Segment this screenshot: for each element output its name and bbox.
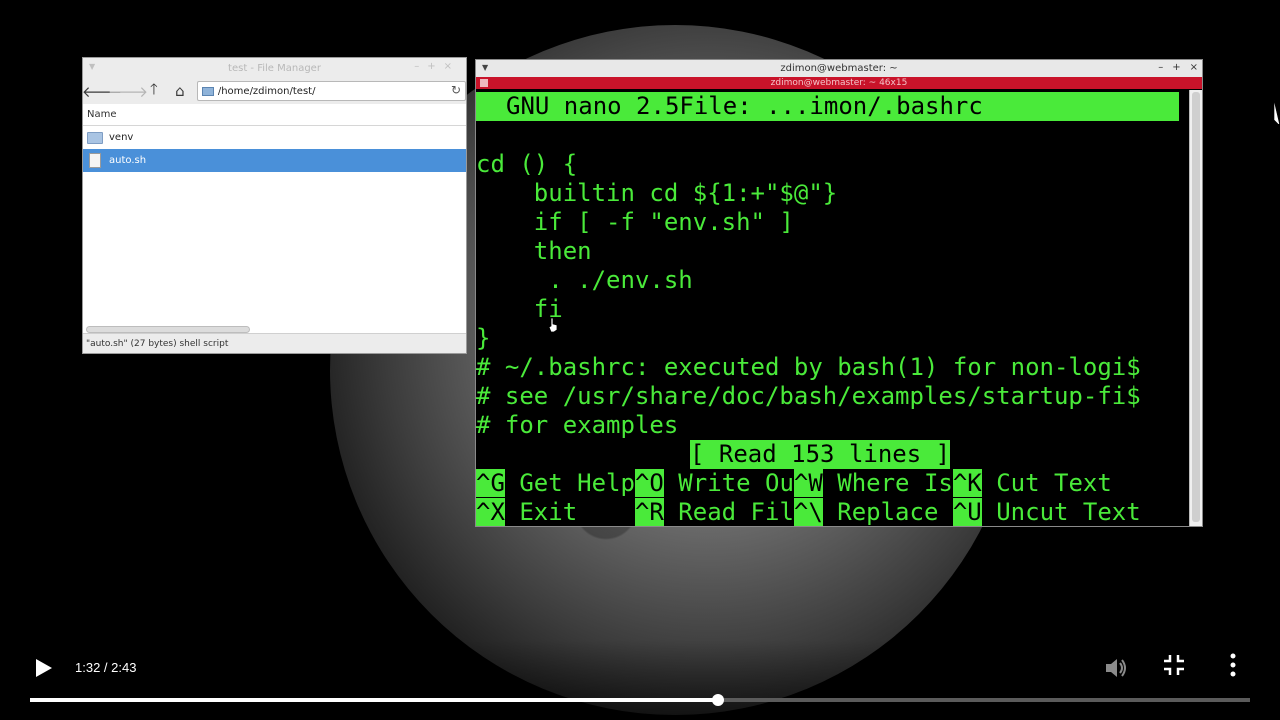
home-icon[interactable]: ⌂ — [167, 80, 193, 102]
shortcut-key[interactable]: ^G — [476, 469, 505, 497]
window-menu-icon[interactable]: ▼ — [482, 63, 488, 72]
item-name: venv — [109, 132, 134, 143]
item-name: auto.sh — [109, 155, 147, 166]
editor-line: # ~/.bashrc: executed by bash(1) for non… — [476, 353, 1141, 381]
shortcut-key[interactable]: ^K — [952, 469, 982, 497]
up-arrow-icon[interactable]: 🡑 — [141, 80, 167, 102]
progress-handle[interactable] — [712, 694, 725, 706]
shortcut-label: Replace — [822, 498, 953, 526]
file-manager-window: ▼ test - File Manager –+× 🡐 🡒 🡑 ⌂ /home/… — [82, 57, 467, 354]
nano-header: GNU nano 2.5File: ...imon/.bashrc — [476, 92, 1179, 121]
shortcut-key[interactable]: ^W — [793, 469, 823, 497]
terminal-title: zdimon@webmaster: ~ — [780, 63, 898, 74]
column-header-name[interactable]: Name — [83, 104, 466, 126]
scrollbar-thumb[interactable] — [1192, 92, 1200, 522]
file-manager-titlebar[interactable]: ▼ test - File Manager –+× — [83, 58, 466, 78]
shortcut-row: ^X Exit ^R Read Fil^\ Replace ^U Uncut T… — [476, 498, 1141, 527]
editor-line: # see /usr/share/doc/bash/examples/start… — [476, 382, 1141, 410]
folder-icon — [201, 86, 214, 96]
more-options-icon[interactable] — [1228, 652, 1238, 678]
list-item[interactable]: auto.sh — [83, 149, 466, 172]
file-manager-toolbar: 🡐 🡒 🡑 ⌂ /home/zdimon/test/ ↻ — [82, 78, 467, 104]
editor-line: if [ -f "env.sh" ] — [476, 208, 794, 236]
shortcut-key[interactable]: ^U — [952, 498, 982, 526]
shortcut-key[interactable]: ^O — [634, 469, 664, 497]
shortcut-key[interactable]: ^\ — [793, 498, 823, 526]
window-controls[interactable]: – + × — [1158, 62, 1198, 73]
progress-bar[interactable] — [30, 694, 1250, 706]
shortcut-label: Read Fil — [663, 498, 794, 526]
shortcut-label: Exit — [504, 498, 635, 526]
file-list: venv auto.sh — [83, 126, 466, 316]
folder-icon — [87, 131, 103, 144]
shortcut-key[interactable]: ^X — [476, 498, 505, 526]
status-bar: "auto.sh" (27 bytes) shell script — [83, 333, 466, 353]
window-controls[interactable]: –+× — [414, 61, 460, 72]
editor-line: # for examples — [476, 411, 679, 439]
shortcut-label: Cut Text — [981, 469, 1112, 497]
nano-status-message: [ Read 153 lines ] — [690, 440, 951, 469]
editor-line: . ./env.sh — [476, 266, 693, 294]
vertical-scrollbar[interactable] — [1189, 90, 1202, 526]
editor-line: cd () { — [476, 150, 578, 178]
path-field[interactable]: /home/zdimon/test/ ↻ — [196, 81, 467, 101]
terminal-content[interactable]: GNU nano 2.5File: ...imon/.bashrc cd () … — [476, 90, 1190, 526]
pointer-arrow-icon — [1273, 100, 1280, 124]
script-file-icon — [89, 153, 101, 168]
file-manager-title: test - File Manager — [228, 62, 321, 74]
shortcut-row: ^G Get Help^O Write Ou^W Where Is^K Cut … — [476, 469, 1112, 498]
shortcut-label: Uncut Text — [981, 498, 1141, 526]
hand-cursor-icon — [548, 318, 558, 332]
maximize-icon[interactable]: + — [1172, 62, 1180, 73]
path-text: /home/zdimon/test/ — [217, 85, 316, 97]
shortcut-label: Get Help — [504, 469, 635, 497]
shortcut-key[interactable]: ^R — [634, 498, 664, 526]
terminal-subtitle: zdimon@webmaster: ~ 46x15 — [770, 78, 908, 88]
exit-fullscreen-icon[interactable] — [1163, 654, 1185, 676]
terminal-titlebar[interactable]: ▼ zdimon@webmaster: ~ – + × — [476, 60, 1202, 77]
forward-arrow-icon[interactable]: 🡒 — [108, 80, 148, 102]
volume-icon[interactable] — [1102, 654, 1130, 682]
editor-line: builtin cd ${1:+"$@"} — [476, 179, 838, 207]
minimize-icon[interactable]: – — [1158, 62, 1163, 73]
play-icon[interactable] — [36, 659, 52, 677]
terminal-tab-bar[interactable]: zdimon@webmaster: ~ 46x15 — [476, 77, 1202, 89]
window-menu-icon[interactable]: ▼ — [89, 62, 95, 71]
shortcut-label: Write Ou — [663, 469, 794, 497]
terminal-window: ▼ zdimon@webmaster: ~ – + × zdimon@webma… — [475, 59, 1203, 527]
shortcut-label: Where Is — [822, 469, 953, 497]
list-item[interactable]: venv — [83, 126, 466, 149]
editor-line: } — [476, 324, 491, 352]
terminal-icon — [480, 79, 488, 87]
editor-line: then — [476, 237, 592, 265]
playback-time: 1:32 / 2:43 — [75, 660, 137, 675]
close-icon[interactable]: × — [1190, 62, 1198, 73]
horizontal-scrollbar[interactable] — [86, 326, 250, 333]
reload-icon[interactable]: ↻ — [451, 83, 461, 97]
video-player-controls: 1:32 / 2:43 — [0, 640, 1280, 720]
progress-fill — [30, 698, 719, 702]
